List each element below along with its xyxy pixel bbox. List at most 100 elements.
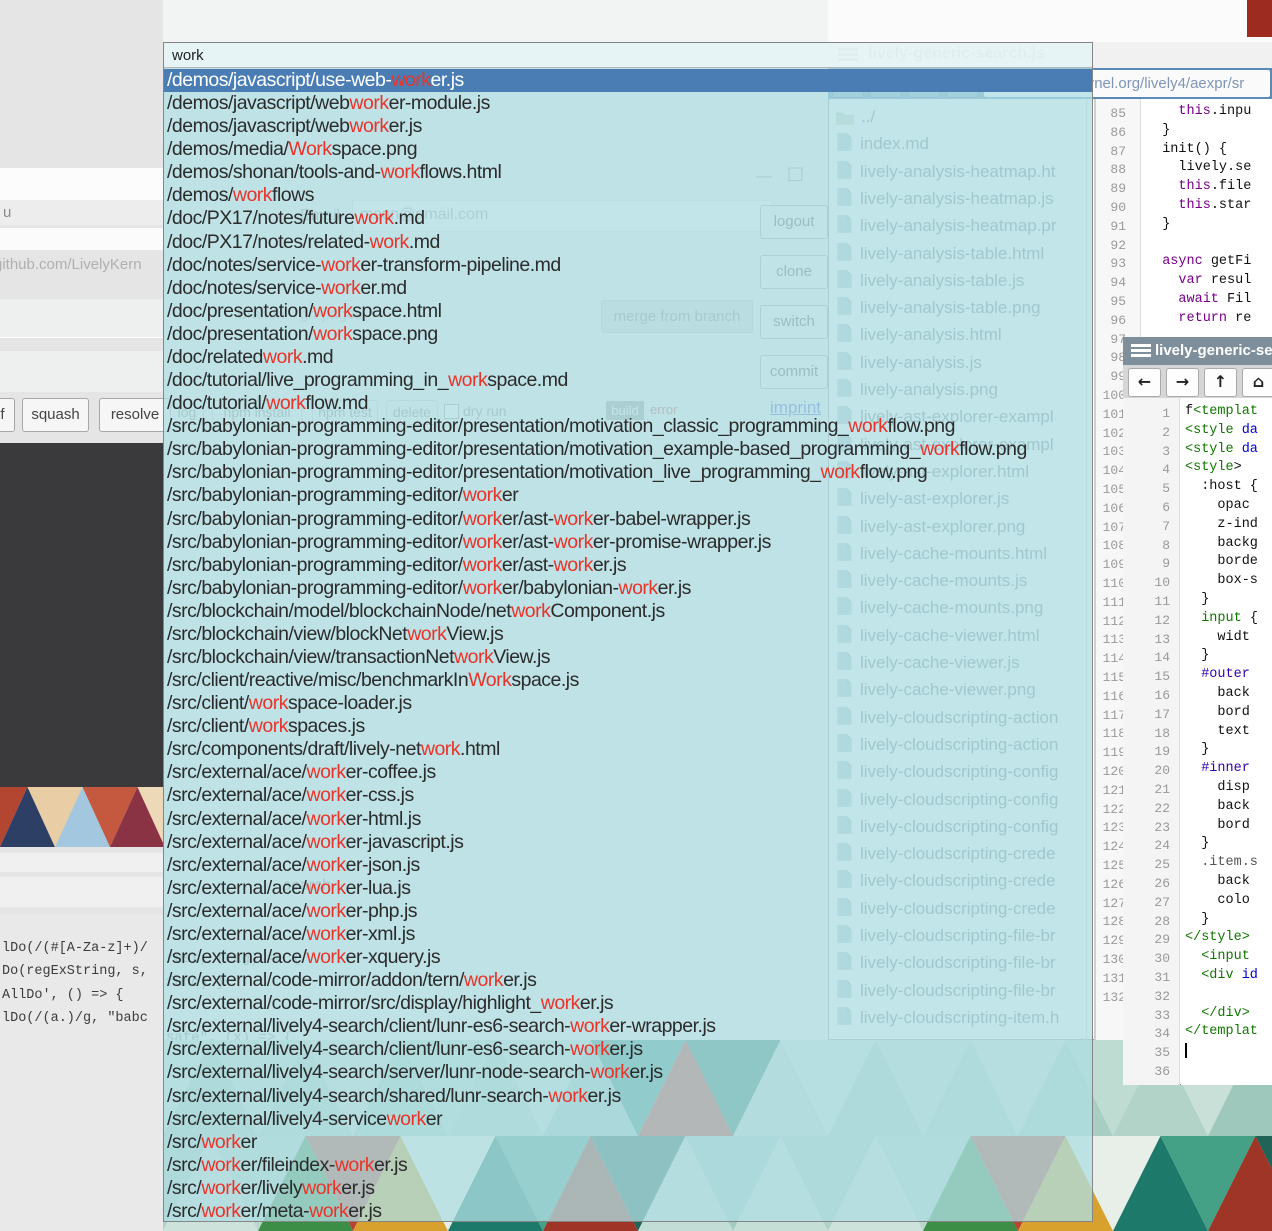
github-url-text: github.com/LivelyKern bbox=[0, 256, 142, 273]
code-line: <style da bbox=[1185, 423, 1258, 438]
path-item[interactable]: /src/external/ace/worker-json.js bbox=[164, 854, 1092, 877]
path-item[interactable]: /doc/presentation/workspace.html bbox=[164, 300, 1092, 323]
path-item[interactable]: /src/babylonian-programming-editor/worke… bbox=[164, 577, 1092, 600]
code-line: return re bbox=[1146, 311, 1251, 326]
search-input[interactable] bbox=[164, 43, 1092, 68]
dark-panel bbox=[0, 443, 163, 787]
path-item[interactable]: /src/blockchain/model/blockchainNode/net… bbox=[164, 600, 1092, 623]
left-white-band-2 bbox=[0, 228, 163, 250]
line-number: 20 bbox=[1154, 763, 1170, 778]
path-item[interactable]: /src/external/lively4-search/server/lunr… bbox=[164, 1061, 1092, 1084]
path-item[interactable]: /doc/notes/service-worker.md bbox=[164, 277, 1092, 300]
line-number: 25 bbox=[1154, 857, 1170, 872]
line-number: 23 bbox=[1154, 820, 1170, 835]
diff-button[interactable]: f bbox=[0, 398, 15, 432]
code-line: <input bbox=[1185, 949, 1250, 964]
code-line: :host { bbox=[1185, 479, 1258, 494]
left-code-line-3: AllDo', () => { bbox=[2, 988, 124, 1003]
code-line: box-s bbox=[1185, 573, 1258, 588]
code-line: input { bbox=[1185, 611, 1258, 626]
path-item[interactable]: /src/external/ace/worker-coffee.js bbox=[164, 761, 1092, 784]
path-item[interactable]: /doc/presentation/workspace.png bbox=[164, 323, 1092, 346]
path-item[interactable]: /doc/PX17/notes/futurework.md bbox=[164, 207, 1092, 230]
path-item[interactable]: /src/babylonian-programming-editor/prese… bbox=[164, 461, 1092, 484]
path-item[interactable]: /src/components/draft/lively-network.htm… bbox=[164, 738, 1092, 761]
path-item[interactable]: /src/external/ace/worker-css.js bbox=[164, 784, 1092, 807]
path-item[interactable]: /src/babylonian-programming-editor/prese… bbox=[164, 438, 1092, 461]
path-item[interactable]: /src/external/lively4-search/client/lunr… bbox=[164, 1038, 1092, 1061]
path-item[interactable]: /src/worker/livelyworker.js bbox=[164, 1177, 1092, 1200]
path-item[interactable]: /src/client/workspace-loader.js bbox=[164, 692, 1092, 715]
left-u-label: u bbox=[3, 204, 11, 221]
path-item[interactable]: /src/worker/fileindex-worker.js bbox=[164, 1154, 1092, 1177]
code-line: this.star bbox=[1146, 198, 1251, 213]
left-code-area bbox=[0, 915, 163, 1231]
editor2-code[interactable]: f<templat<style da<style da<style> :host… bbox=[1181, 398, 1272, 1085]
forward-icon[interactable]: → bbox=[1166, 368, 1199, 397]
search-overlay: /demos/javascript/use-web-worker.js/demo… bbox=[163, 42, 1093, 1222]
path-item[interactable]: /src/worker bbox=[164, 1131, 1092, 1154]
path-item[interactable]: /src/external/lively4-serviceworker bbox=[164, 1108, 1092, 1131]
path-item[interactable]: /src/babylonian-programming-editor/worke… bbox=[164, 554, 1092, 577]
line-number: 89 bbox=[1110, 181, 1126, 196]
path-item[interactable]: /src/external/ace/worker-xquery.js bbox=[164, 946, 1092, 969]
path-item[interactable]: /src/external/ace/worker-php.js bbox=[164, 900, 1092, 923]
left-input-bar-1[interactable] bbox=[0, 299, 163, 338]
path-item[interactable]: /src/external/ace/worker-html.js bbox=[164, 808, 1092, 831]
line-number: 12 bbox=[1154, 613, 1170, 628]
code-line: <div id bbox=[1185, 968, 1258, 983]
editor-titlebar[interactable]: lively-generic-se bbox=[1123, 337, 1272, 365]
path-item[interactable]: /src/external/ace/worker-javascript.js bbox=[164, 831, 1092, 854]
path-item[interactable]: /src/babylonian-programming-editor/worke… bbox=[164, 508, 1092, 531]
path-item[interactable]: /src/babylonian-programming-editor/prese… bbox=[164, 415, 1092, 438]
line-number: 94 bbox=[1110, 275, 1126, 290]
code-line: var resul bbox=[1146, 273, 1251, 288]
left-input-bar-2[interactable] bbox=[0, 351, 163, 392]
path-item[interactable]: /demos/shonan/tools-and-workflows.html bbox=[164, 161, 1092, 184]
code-line: disp bbox=[1185, 780, 1250, 795]
squash-button[interactable]: squash bbox=[22, 398, 89, 432]
path-item[interactable]: /src/babylonian-programming-editor/worke… bbox=[164, 484, 1092, 507]
line-number: 6 bbox=[1162, 500, 1170, 515]
line-number: 35 bbox=[1154, 1045, 1170, 1060]
path-item[interactable]: /demos/javascript/webworker.js bbox=[164, 115, 1092, 138]
path-item[interactable]: /src/client/workspaces.js bbox=[164, 715, 1092, 738]
left-wallpaper-stripe bbox=[0, 787, 163, 847]
path-item[interactable]: /demos/javascript/use-web-worker.js bbox=[164, 69, 1092, 92]
path-item[interactable]: /src/client/reactive/misc/benchmarkInWor… bbox=[164, 669, 1092, 692]
code-line: widt bbox=[1185, 630, 1250, 645]
path-item[interactable]: /doc/relatedwork.md bbox=[164, 346, 1092, 369]
path-item[interactable]: /src/external/code-mirror/addon/tern/wor… bbox=[164, 969, 1092, 992]
path-item[interactable]: /src/external/lively4-search/shared/lunr… bbox=[164, 1085, 1092, 1108]
resolve-button[interactable]: resolve bbox=[99, 398, 171, 432]
code-line: <style> bbox=[1185, 460, 1242, 475]
path-item[interactable]: /demos/workflows bbox=[164, 184, 1092, 207]
path-item[interactable]: /src/blockchain/view/blockNetworkView.js bbox=[164, 623, 1092, 646]
hamburger-icon[interactable] bbox=[1131, 344, 1151, 363]
path-item[interactable]: /src/worker/meta-worker.js bbox=[164, 1200, 1092, 1223]
code-line: await Fil bbox=[1146, 292, 1251, 307]
path-item[interactable]: /doc/PX17/notes/related-work.md bbox=[164, 231, 1092, 254]
path-item[interactable]: /src/blockchain/view/transactionNetworkV… bbox=[164, 646, 1092, 669]
code-line: } bbox=[1185, 592, 1209, 607]
up-icon[interactable]: ↑ bbox=[1204, 368, 1237, 397]
code-line: f<templat bbox=[1185, 404, 1258, 419]
path-item[interactable]: /demos/media/Workspace.png bbox=[164, 138, 1092, 161]
path-item[interactable]: /demos/javascript/webworker-module.js bbox=[164, 92, 1092, 115]
line-number: 33 bbox=[1154, 1008, 1170, 1023]
text-cursor bbox=[1185, 1043, 1187, 1058]
back-icon[interactable]: ← bbox=[1128, 368, 1161, 397]
path-item[interactable]: /src/babylonian-programming-editor/worke… bbox=[164, 531, 1092, 554]
line-number: 5 bbox=[1162, 481, 1170, 496]
path-item[interactable]: /src/external/ace/worker-lua.js bbox=[164, 877, 1092, 900]
line-number: 27 bbox=[1154, 895, 1170, 910]
path-item[interactable]: /doc/notes/service-worker-transform-pipe… bbox=[164, 254, 1092, 277]
path-item[interactable]: /src/external/ace/worker-xml.js bbox=[164, 923, 1092, 946]
code-line: back bbox=[1185, 874, 1250, 889]
path-item[interactable]: /doc/tutorial/live_programming_in_worksp… bbox=[164, 369, 1092, 392]
home-icon[interactable]: ⌂ bbox=[1242, 368, 1272, 397]
path-item[interactable]: /src/external/lively4-search/client/lunr… bbox=[164, 1015, 1092, 1038]
code-line: bord bbox=[1185, 818, 1250, 833]
path-item[interactable]: /doc/tutorial/workflow.md bbox=[164, 392, 1092, 415]
path-item[interactable]: /src/external/code-mirror/src/display/hi… bbox=[164, 992, 1092, 1015]
